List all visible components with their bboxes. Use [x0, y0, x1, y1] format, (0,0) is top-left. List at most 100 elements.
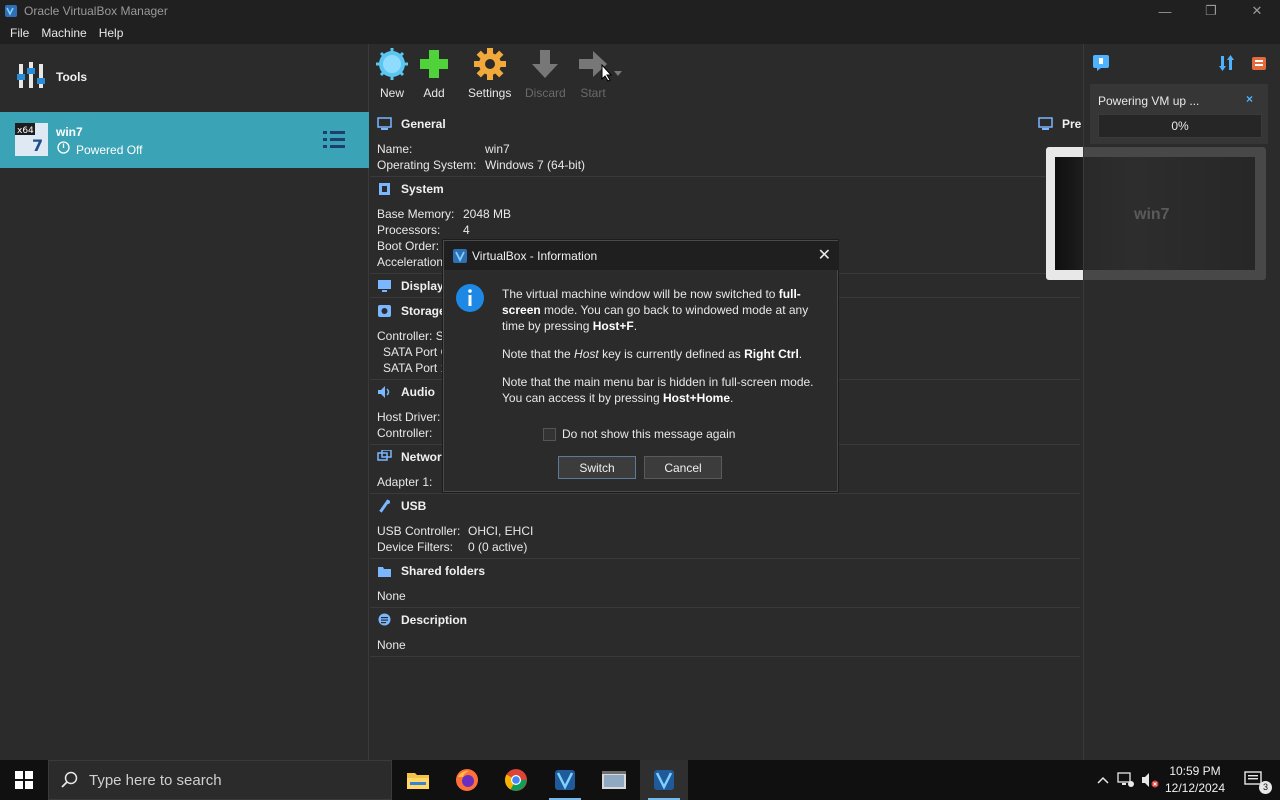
volume-tray-button[interactable]: [1140, 760, 1160, 800]
windows7-64-os-icon: x64 7: [15, 123, 48, 156]
new-label: New: [379, 86, 404, 100]
search-placeholder: Type here to search: [89, 771, 222, 789]
switch-button[interactable]: Switch: [558, 456, 636, 479]
virtualbox-icon: [654, 770, 674, 790]
powered-off-icon: [57, 141, 70, 154]
tools-item[interactable]: Tools: [0, 44, 369, 110]
system-boot-label: Boot Order:: [377, 239, 440, 253]
dialog-title: VirtualBox - Information: [472, 248, 598, 263]
audio-speaker-icon: [378, 386, 390, 398]
menu-machine[interactable]: Machine: [35, 26, 92, 40]
new-starburst-icon: [376, 48, 408, 80]
start-label: Start: [580, 86, 606, 100]
section-usb[interactable]: USB: [377, 499, 426, 513]
network-adapter-label: Adapter 1:: [377, 475, 433, 489]
divider: [370, 607, 1080, 608]
close-window-button[interactable]: ✕: [1234, 0, 1280, 22]
notification-title: Powering VM up ...: [1098, 94, 1200, 108]
general-os-value: Windows 7 (64-bit): [485, 158, 586, 172]
action-center-button[interactable]: 3: [1234, 760, 1274, 800]
system-memory-label: Base Memory:: [377, 207, 455, 221]
settings-button[interactable]: Settings: [468, 48, 511, 100]
vm-window-taskbar-button[interactable]: [590, 760, 638, 800]
network-tray-button[interactable]: [1116, 760, 1136, 800]
vm-window-icon: [602, 771, 626, 789]
section-audio[interactable]: Audio: [377, 385, 435, 399]
notification-progress-text: 0%: [1171, 119, 1189, 133]
divider: [370, 558, 1080, 559]
usb-controller-value: OHCI, EHCI: [468, 524, 534, 538]
description-title: Description: [401, 613, 468, 627]
storage-disk-icon: [378, 305, 391, 317]
taskbar-search-box[interactable]: Type here to search: [48, 760, 392, 800]
notification-count-badge: 3: [1259, 781, 1272, 794]
vm-state: Powered Off: [76, 143, 143, 157]
dialog-close-button[interactable]: ✕: [818, 245, 831, 265]
general-name-label: Name:: [377, 142, 413, 156]
add-plus-icon: [420, 50, 448, 78]
storage-port0: SATA Port C: [383, 345, 450, 359]
section-storage[interactable]: Storage: [377, 304, 446, 318]
show-hidden-icons-button[interactable]: [1094, 760, 1112, 800]
chevron-up-icon: [1097, 776, 1109, 784]
minimize-button[interactable]: —: [1142, 0, 1188, 22]
section-preview[interactable]: Pre: [1038, 117, 1081, 131]
section-system[interactable]: System: [377, 182, 444, 196]
divider: [370, 656, 1080, 657]
firefox-taskbar-button[interactable]: [443, 760, 491, 800]
tools-icon: [17, 62, 45, 88]
add-label: Add: [423, 86, 445, 100]
virtualbox-taskbar-button[interactable]: [541, 760, 589, 800]
tools-label: Tools: [56, 70, 88, 84]
taskbar: Type here to search 10:59 PM 12/12/2024 …: [0, 760, 1280, 800]
dialog-paragraph-2: Note that the Host key is currently defi…: [502, 347, 803, 361]
vm-list-item-win7[interactable]: x64 7 win7 Powered Off: [0, 112, 369, 168]
start-dropdown-chevron-icon[interactable]: [614, 71, 622, 77]
vm-name: win7: [56, 125, 83, 139]
start-button[interactable]: [0, 760, 48, 800]
restore-button[interactable]: ❐: [1188, 0, 1234, 22]
audio-controller-label: Controller:: [377, 426, 433, 440]
storage-title: Storage: [401, 304, 446, 318]
section-shared-folders[interactable]: Shared folders: [377, 564, 485, 578]
dialog-title-bar[interactable]: VirtualBox - Information ✕: [444, 241, 839, 270]
virtualbox-icon: [555, 770, 575, 790]
dont-show-again-checkbox[interactable]: Do not show this message again: [543, 427, 735, 441]
notification-bell-icon[interactable]: [1092, 54, 1110, 72]
notification-progress-bar: 0%: [1098, 114, 1262, 138]
chrome-taskbar-button[interactable]: [492, 760, 540, 800]
virtualbox-vm-taskbar-button[interactable]: [640, 760, 688, 800]
taskbar-clock[interactable]: 10:59 PM 12/12/2024: [1160, 763, 1230, 797]
divider: [370, 176, 1080, 177]
new-button[interactable]: New: [376, 48, 408, 100]
section-network[interactable]: Networ: [377, 450, 442, 464]
title-bar: Oracle VirtualBox Manager — ❐ ✕: [0, 0, 1280, 22]
discard-button[interactable]: Discard: [525, 48, 566, 100]
menu-file[interactable]: File: [4, 26, 35, 40]
system-accel-label: Acceleration:: [377, 255, 447, 269]
clear-notifications-icon[interactable]: [1250, 54, 1268, 72]
volume-muted-icon: [1142, 773, 1159, 788]
chrome-icon: [505, 769, 527, 791]
section-description[interactable]: Description: [377, 613, 467, 627]
shared-folder-icon: [378, 567, 391, 577]
main-toolbar: New Add Settings Discard Start: [370, 44, 1080, 110]
section-display[interactable]: Display: [377, 279, 444, 293]
system-processors-label: Processors:: [377, 223, 441, 237]
checkbox-box[interactable]: [543, 427, 556, 441]
section-general[interactable]: General: [377, 117, 446, 131]
vm-details-menu-icon[interactable]: [321, 128, 347, 152]
cancel-button[interactable]: Cancel: [644, 456, 722, 479]
sort-icon[interactable]: [1218, 54, 1236, 72]
menu-help[interactable]: Help: [93, 26, 130, 40]
clock-date: 12/12/2024: [1164, 781, 1226, 795]
file-explorer-icon: [407, 773, 429, 789]
network-icon: [377, 450, 392, 461]
network-status-icon: [1117, 772, 1134, 787]
discard-arrow-down-icon: [532, 50, 559, 78]
notification-close-button[interactable]: ×: [1246, 92, 1253, 106]
add-button[interactable]: Add: [418, 48, 450, 100]
divider: [370, 493, 1080, 494]
file-explorer-taskbar-button[interactable]: [394, 760, 442, 800]
system-memory-value: 2048 MB: [463, 207, 512, 221]
